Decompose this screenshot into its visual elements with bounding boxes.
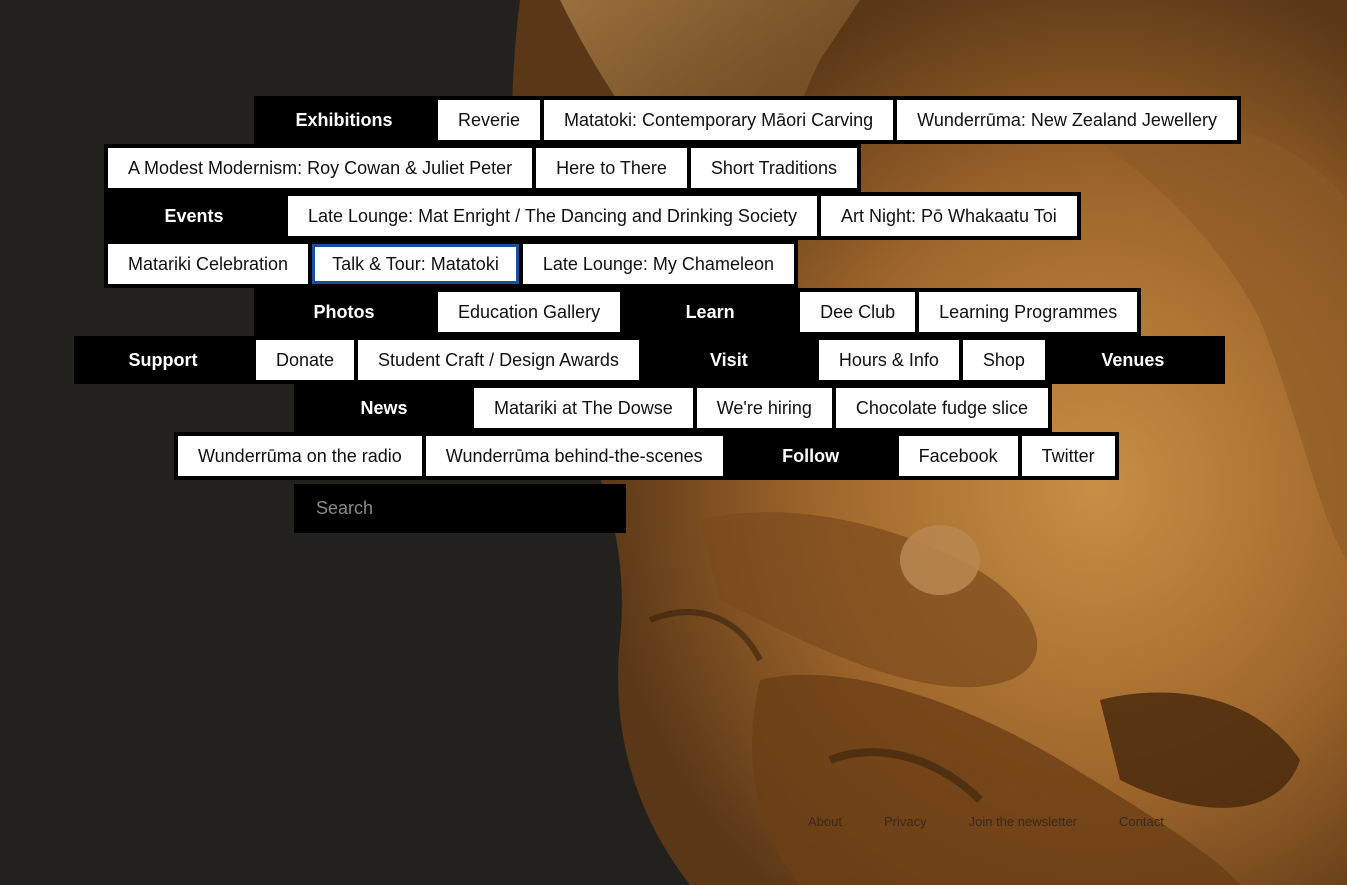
nav-row-photos-learn: Photos Education Gallery Learn Dee Club … bbox=[254, 288, 1142, 336]
nav-link-facebook[interactable]: Facebook bbox=[898, 436, 1018, 476]
nav-heading-follow[interactable]: Follow bbox=[722, 436, 899, 476]
nav-heading-events[interactable]: Events bbox=[104, 196, 284, 236]
nav-link-late-lounge-mat-enright[interactable]: Late Lounge: Mat Enright / The Dancing a… bbox=[288, 196, 817, 236]
nav-link-modest-modernism[interactable]: A Modest Modernism: Roy Cowan & Juliet P… bbox=[108, 148, 533, 188]
nav-link-wunderruma-radio[interactable]: Wunderrūma on the radio bbox=[178, 436, 422, 476]
nav-link-matariki-dowse[interactable]: Matariki at The Dowse bbox=[474, 388, 693, 428]
nav-link-reverie[interactable]: Reverie bbox=[438, 100, 541, 140]
nav-link-matariki-celebration[interactable]: Matariki Celebration bbox=[108, 244, 309, 284]
footer-link-newsletter[interactable]: Join the newsletter bbox=[969, 814, 1077, 829]
nav-row-events: Events Late Lounge: Mat Enright / The Da… bbox=[104, 192, 1081, 240]
footer-link-privacy[interactable]: Privacy bbox=[884, 814, 927, 829]
nav-heading-learn[interactable]: Learn bbox=[620, 292, 801, 332]
nav-link-wunderruma-jewellery[interactable]: Wunderrūma: New Zealand Jewellery bbox=[897, 100, 1237, 140]
nav-row-support-visit-venues: Support Donate Student Craft / Design Aw… bbox=[74, 336, 1225, 384]
nav-link-were-hiring[interactable]: We're hiring bbox=[696, 388, 832, 428]
nav-row-news-2-follow: Wunderrūma on the radio Wunderrūma behin… bbox=[174, 432, 1119, 480]
nav-row-exhibitions: Exhibitions Reverie Matatoki: Contempora… bbox=[254, 96, 1241, 144]
nav-link-dee-club[interactable]: Dee Club bbox=[800, 292, 916, 332]
nav-link-student-craft-awards[interactable]: Student Craft / Design Awards bbox=[358, 340, 639, 380]
footer-links: About Privacy Join the newsletter Contac… bbox=[808, 814, 1164, 829]
nav-link-wunderruma-behind-scenes[interactable]: Wunderrūma behind-the-scenes bbox=[425, 436, 723, 476]
nav-link-chocolate-fudge-slice[interactable]: Chocolate fudge slice bbox=[835, 388, 1048, 428]
nav-link-late-lounge-chameleon[interactable]: Late Lounge: My Chameleon bbox=[522, 244, 794, 284]
nav-heading-venues[interactable]: Venues bbox=[1044, 340, 1221, 380]
nav-heading-visit[interactable]: Visit bbox=[638, 340, 819, 380]
nav-heading-photos[interactable]: Photos bbox=[254, 292, 434, 332]
nav-link-matatoki-carving[interactable]: Matatoki: Contemporary Māori Carving bbox=[544, 100, 894, 140]
nav-row-news: News Matariki at The Dowse We're hiring … bbox=[294, 384, 1052, 432]
nav-link-donate[interactable]: Donate bbox=[256, 340, 355, 380]
nav-link-hours-info[interactable]: Hours & Info bbox=[818, 340, 959, 380]
nav-link-talk-tour-matatoki[interactable]: Talk & Tour: Matatoki bbox=[312, 244, 519, 284]
nav-link-learning-programmes[interactable]: Learning Programmes bbox=[919, 292, 1138, 332]
nav-heading-exhibitions[interactable]: Exhibitions bbox=[254, 100, 434, 140]
nav-link-twitter[interactable]: Twitter bbox=[1021, 436, 1115, 476]
search-input[interactable] bbox=[294, 484, 626, 533]
footer-link-contact[interactable]: Contact bbox=[1119, 814, 1164, 829]
main-navigation: Exhibitions Reverie Matatoki: Contempora… bbox=[0, 0, 1347, 885]
nav-link-short-traditions[interactable]: Short Traditions bbox=[690, 148, 857, 188]
nav-heading-support[interactable]: Support bbox=[74, 340, 252, 380]
nav-link-shop[interactable]: Shop bbox=[962, 340, 1045, 380]
nav-row-exhibitions-2: A Modest Modernism: Roy Cowan & Juliet P… bbox=[104, 144, 861, 192]
nav-link-here-to-there[interactable]: Here to There bbox=[536, 148, 687, 188]
nav-heading-news[interactable]: News bbox=[294, 388, 474, 428]
nav-link-education-gallery[interactable]: Education Gallery bbox=[438, 292, 621, 332]
nav-row-events-2: Matariki Celebration Talk & Tour: Matato… bbox=[104, 240, 798, 288]
nav-link-art-night[interactable]: Art Night: Pō Whakaatu Toi bbox=[820, 196, 1077, 236]
footer-link-about[interactable]: About bbox=[808, 814, 842, 829]
